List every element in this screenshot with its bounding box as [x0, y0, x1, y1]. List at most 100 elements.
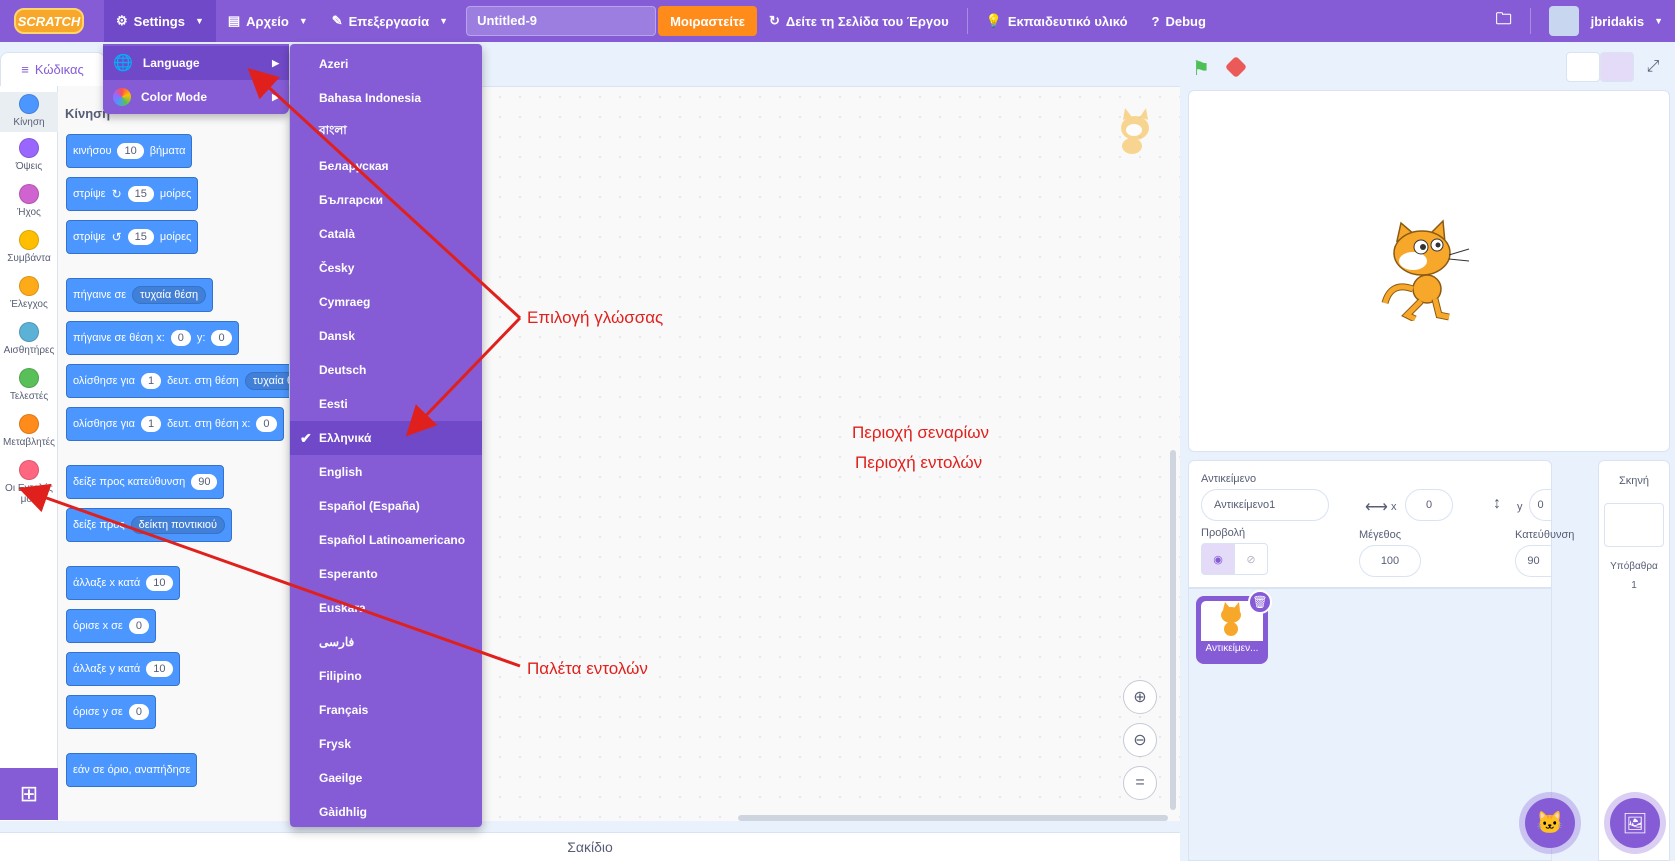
block-input[interactable]: 10 — [117, 143, 144, 159]
language-option[interactable]: Беларуская — [290, 149, 482, 183]
language-option[interactable]: Gàidhlig — [290, 795, 482, 827]
block-dropdown[interactable]: τυχαία θέση — [132, 286, 207, 304]
project-title-input[interactable]: Untitled-9 — [466, 6, 657, 36]
language-option[interactable]: Česky — [290, 251, 482, 285]
settings-menu-button[interactable]: ⚙ Settings ▼ — [104, 0, 216, 42]
stage-thumbnail[interactable] — [1604, 503, 1664, 547]
block-input[interactable]: 0 — [128, 618, 149, 634]
zoom-reset-button[interactable]: = — [1123, 766, 1157, 800]
category-control[interactable]: Έλεγχος — [0, 276, 58, 310]
block-move-steps[interactable]: κινήσου 10 βήματα — [66, 134, 193, 168]
language-option[interactable]: Български — [290, 183, 482, 217]
block-input[interactable]: 10 — [146, 661, 173, 677]
block-go-to[interactable]: πήγαινε σε τυχαία θέση — [66, 278, 214, 312]
block-turn-right[interactable]: στρίψε ↻ 15 μοίρες — [66, 177, 199, 211]
tab-code[interactable]: ≡ Κώδικας — [0, 52, 105, 86]
language-option[interactable]: فارسی — [290, 625, 482, 659]
block-bounce-edge[interactable]: εάν σε όριο, αναπήδησε — [66, 753, 198, 787]
block-go-to-xy[interactable]: πήγαινε σε θέση x: 0 y: 0 — [66, 321, 239, 355]
block-input[interactable]: 0 — [128, 704, 149, 720]
category-my-blocks[interactable]: Οι Εντολές μου — [0, 460, 58, 505]
add-backdrop-button[interactable]: 🖼 — [1610, 798, 1660, 848]
block-input[interactable]: 15 — [127, 229, 154, 245]
language-option[interactable]: English — [290, 455, 482, 489]
block-turn-left[interactable]: στρίψε ↺ 15 μοίρες — [66, 220, 199, 254]
language-option-selected[interactable]: ✔ Ελληνικά — [290, 421, 482, 455]
category-motion[interactable]: Κίνηση — [0, 92, 58, 132]
size-input[interactable]: 100 — [1359, 545, 1421, 577]
language-option[interactable]: Gaeilge — [290, 761, 482, 795]
y-input[interactable]: 0 — [1529, 489, 1551, 521]
debug-button[interactable]: ? Debug — [1140, 0, 1218, 42]
language-option[interactable]: Filipino — [290, 659, 482, 693]
direction-input[interactable]: 90 — [1515, 545, 1551, 577]
language-option[interactable]: Català — [290, 217, 482, 251]
block-point-towards[interactable]: δείξε προς δείκτη ποντικιού — [66, 508, 233, 542]
vertical-scrollbar[interactable] — [1170, 450, 1176, 810]
block-change-y[interactable]: άλλαξε y κατά 10 — [66, 652, 180, 686]
account-menu-button[interactable]: jbridakis ▼ — [1537, 0, 1675, 42]
block-glide-to-xy[interactable]: ολίσθησε για 1 δευτ. στη θέση x: 0 — [66, 407, 284, 441]
horizontal-scrollbar[interactable] — [738, 815, 1168, 821]
language-option[interactable]: Cymraeg — [290, 285, 482, 319]
show-sprite-button[interactable]: ◉ — [1201, 543, 1235, 575]
zoom-out-button[interactable]: ⊖ — [1123, 723, 1157, 757]
language-option[interactable]: Español (España) — [290, 489, 482, 523]
block-input[interactable]: 90 — [191, 474, 218, 490]
block-point-direction[interactable]: δείξε προς κατεύθυνση 90 — [66, 465, 225, 499]
block-input[interactable]: 10 — [146, 575, 173, 591]
add-sprite-button[interactable]: 🐱 — [1525, 798, 1575, 848]
see-project-page-button[interactable]: ↻ Δείτε τη Σελίδα του Έργου — [757, 0, 961, 42]
hide-sprite-button[interactable]: ⊘ — [1234, 543, 1268, 575]
language-option[interactable]: Esperanto — [290, 557, 482, 591]
category-variables[interactable]: Μεταβλητές — [0, 414, 58, 448]
language-option[interactable]: Dansk — [290, 319, 482, 353]
share-button[interactable]: Μοιραστείτε — [658, 6, 757, 36]
language-option[interactable]: Eesti — [290, 387, 482, 421]
edit-menu-button[interactable]: ✎ Επεξεργασία ▼ — [320, 0, 460, 42]
zoom-in-button[interactable]: ⊕ — [1123, 680, 1157, 714]
green-flag-button[interactable]: ⚑ — [1192, 56, 1214, 80]
language-option[interactable]: বাংলা — [290, 115, 482, 149]
add-extension-button[interactable]: ⊞ — [0, 768, 58, 820]
my-stuff-button[interactable]: 🗀 — [1484, 0, 1524, 42]
backpack-bar[interactable]: Σακίδιο — [0, 832, 1180, 861]
menu-item-language[interactable]: 🌐 Language ▶ — [103, 46, 289, 80]
language-option[interactable]: Bahasa Indonesia — [290, 81, 482, 115]
category-sound[interactable]: Ήχος — [0, 184, 58, 218]
block-change-x[interactable]: άλλαξε x κατά 10 — [66, 566, 180, 600]
menu-item-color-mode[interactable]: Color Mode ▶ — [103, 80, 289, 114]
block-input[interactable]: 0 — [256, 416, 277, 432]
normal-stage-button[interactable] — [1600, 52, 1634, 82]
language-option[interactable]: Español Latinoamericano — [290, 523, 482, 557]
stop-button[interactable] — [1224, 55, 1248, 79]
file-menu-button[interactable]: ▤ Αρχείο ▼ — [216, 0, 320, 42]
stage[interactable] — [1188, 90, 1670, 452]
block-input[interactable]: 15 — [127, 186, 154, 202]
x-input[interactable]: 0 — [1405, 489, 1453, 521]
sprite-name-input[interactable]: Αντικείμενο1 — [1201, 489, 1329, 521]
block-dropdown[interactable]: δείκτη ποντικιού — [130, 516, 226, 534]
block-input[interactable]: 1 — [140, 373, 162, 389]
small-stage-button[interactable] — [1566, 52, 1600, 82]
category-events[interactable]: Συμβάντα — [0, 230, 58, 264]
scratch-logo[interactable]: SCRATCH — [14, 8, 84, 34]
delete-sprite-button[interactable]: 🗑 — [1248, 590, 1272, 614]
block-input[interactable]: 1 — [140, 416, 162, 432]
language-option[interactable]: Frysk — [290, 727, 482, 761]
block-input[interactable]: 0 — [211, 330, 232, 346]
category-operators[interactable]: Τελεστές — [0, 368, 58, 402]
language-option[interactable]: Deutsch — [290, 353, 482, 387]
block-set-y[interactable]: όρισε y σε 0 — [66, 695, 156, 729]
block-set-x[interactable]: όρισε x σε 0 — [66, 609, 156, 643]
fullscreen-button[interactable]: ⤢ — [1636, 52, 1670, 82]
block-input[interactable]: 0 — [170, 330, 191, 346]
language-option[interactable]: Euskara — [290, 591, 482, 625]
language-option[interactable]: Français — [290, 693, 482, 727]
block-dropdown[interactable]: τυχαία θ — [244, 372, 289, 390]
category-sensing[interactable]: Αισθητήρες — [0, 322, 58, 356]
tutorials-button[interactable]: 💡 Εκπαιδευτικό υλικό — [974, 0, 1140, 42]
language-option[interactable]: Azeri — [290, 47, 482, 81]
category-looks[interactable]: Όψεις — [0, 138, 58, 172]
block-glide-to[interactable]: ολίσθησε για 1 δευτ. στη θέση τυχαία θ — [66, 364, 289, 398]
